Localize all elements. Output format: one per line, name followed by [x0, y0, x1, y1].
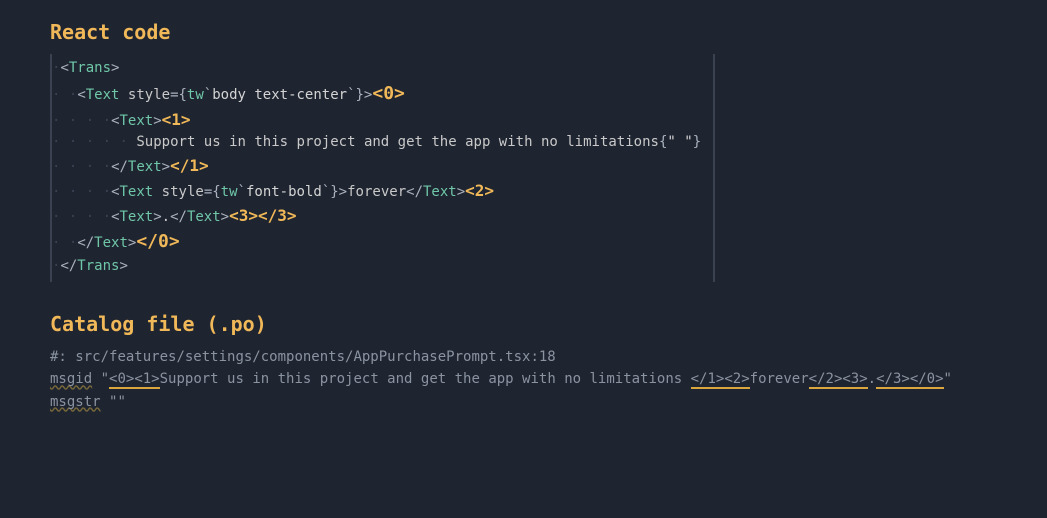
tw-ident: tw — [187, 87, 204, 103]
tag-trans: Trans — [69, 60, 111, 76]
tag-text: Text — [86, 87, 120, 103]
marker-3-close: </3> — [258, 206, 297, 225]
po-period: . — [868, 371, 876, 387]
attr-style: style — [128, 87, 170, 103]
po-tag-12: </1><2> — [691, 371, 750, 389]
quote: " — [944, 371, 952, 387]
code-line: ·<Trans> — [52, 58, 713, 80]
po-block: #: src/features/settings/components/AppP… — [50, 346, 997, 413]
po-comment-path: src/features/settings/components/AppPurc… — [75, 349, 555, 365]
tw-classes: font-bold — [246, 184, 322, 200]
marker-3-open: <3> — [229, 206, 258, 225]
tag-text-close: Text — [187, 209, 221, 225]
po-mid-text: Support us in this project and get the a… — [160, 371, 691, 387]
po-forever: forever — [750, 371, 809, 387]
code-line: · ·<Text style={tw`body text-center`}><0… — [52, 80, 713, 108]
heading-catalog: Catalog file (.po) — [50, 312, 997, 336]
marker-1-open: <1> — [162, 110, 191, 129]
marker-0-open: <0> — [372, 83, 405, 104]
code-line: · · · · · Support us in this project and… — [52, 132, 713, 154]
po-msgstr-label: msgstr — [50, 394, 101, 410]
code-line: ·</Trans> — [52, 256, 713, 278]
tag-text-close: Text — [128, 159, 162, 175]
code-line: · ·</Text></0> — [52, 228, 713, 256]
code-line: · · · ·</Text></1> — [52, 154, 713, 179]
tag-trans-close: Trans — [77, 258, 119, 274]
text-period: . — [162, 209, 170, 225]
po-msgid-label: msgid — [50, 371, 92, 387]
code-line: · · · ·<Text style={tw`font-bold`}>forev… — [52, 179, 713, 204]
tag-text-close: Text — [94, 235, 128, 251]
marker-2: <2> — [465, 181, 494, 200]
text-content: Support us in this project and get the a… — [136, 134, 659, 150]
tw-ident: tw — [221, 184, 238, 200]
po-msgid-line: msgid "<0><1>Support us in this project … — [50, 368, 997, 390]
po-comment-line: #: src/features/settings/components/AppP… — [50, 346, 997, 368]
attr-style: style — [162, 184, 204, 200]
po-comment-prefix: #: — [50, 349, 75, 365]
code-line: · · · ·<Text>.</Text><3></3> — [52, 204, 713, 229]
po-tag-01: <0><1> — [109, 371, 160, 389]
po-msgstr-line: msgstr "" — [50, 391, 997, 413]
po-tag-23: </2><3> — [809, 371, 868, 389]
react-code-block: ·<Trans> · ·<Text style={tw`body text-ce… — [50, 54, 715, 282]
code-line: · · · ·<Text><1> — [52, 108, 713, 133]
marker-1-close: </1> — [170, 156, 209, 175]
heading-react: React code — [50, 20, 997, 44]
tag-text: Text — [120, 184, 154, 200]
tw-classes: body text-center — [212, 87, 347, 103]
text-forever: forever — [347, 184, 406, 200]
tag-text-close: Text — [423, 184, 457, 200]
space-literal: " " — [667, 134, 692, 150]
tag-text: Text — [120, 209, 154, 225]
tag-text: Text — [120, 113, 154, 129]
po-tag-30: </3></0> — [876, 371, 943, 389]
po-empty: "" — [109, 394, 126, 410]
quote: " — [101, 371, 109, 387]
marker-0-close: </0> — [136, 231, 179, 252]
